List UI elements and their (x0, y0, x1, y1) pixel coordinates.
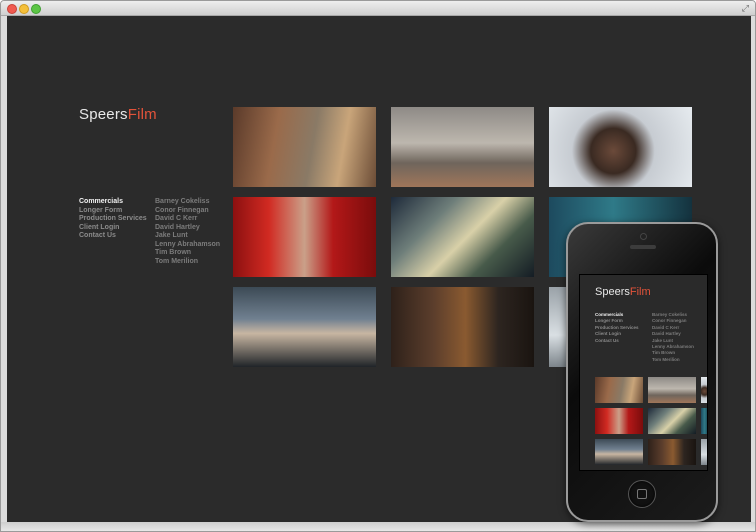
minimize-window-button[interactable] (19, 4, 29, 14)
home-button[interactable] (628, 480, 656, 508)
smartphone-mockup: SpeersFilm Commercials Longer Form Produ… (566, 222, 718, 522)
mobile-video-thumbnail[interactable] (648, 377, 696, 403)
speaker-grille (630, 245, 656, 249)
logo-text-speers: Speers (79, 106, 128, 123)
resize-arrows-icon[interactable]: ⤢ (742, 3, 749, 13)
mobile-video-thumbnail[interactable] (701, 377, 707, 403)
site-logo[interactable]: SpeersFilm (79, 106, 157, 123)
zoom-window-button[interactable] (31, 4, 41, 14)
video-thumbnail[interactable] (391, 107, 534, 187)
mobile-main-nav: Commercials Longer Form Production Servi… (595, 312, 639, 344)
video-thumbnail[interactable] (233, 287, 376, 367)
director-link[interactable]: Lenny Abrahamson (155, 241, 220, 250)
nav-item-commercials[interactable]: Commercials (79, 198, 147, 207)
video-thumbnail[interactable] (391, 197, 534, 277)
nav-item-longer-form[interactable]: Longer Form (79, 207, 147, 216)
mobile-video-thumbnail[interactable] (701, 408, 707, 434)
nav-item-contact-us[interactable]: Contact Us (79, 232, 147, 241)
phone-screen: SpeersFilm Commercials Longer Form Produ… (579, 274, 708, 471)
close-window-button[interactable] (7, 4, 17, 14)
mobile-logo-text-speers: Speers (595, 286, 630, 298)
video-thumbnail[interactable] (233, 107, 376, 187)
director-link[interactable]: David Hartley (155, 224, 220, 233)
main-nav: Commercials Longer Form Production Servi… (79, 198, 147, 241)
mobile-video-thumbnail[interactable] (648, 439, 696, 465)
directors-list: Barney Cokeliss Conor Finnegan David C K… (155, 198, 220, 266)
mobile-nav-item-contact-us[interactable]: Contact Us (595, 338, 639, 344)
mobile-director-link[interactable]: Tom Merilion (652, 357, 694, 363)
director-link[interactable]: David C Kerr (155, 215, 220, 224)
mobile-video-thumbnail[interactable] (595, 439, 643, 465)
nav-item-production-services[interactable]: Production Services (79, 215, 147, 224)
mobile-video-thumbnail[interactable] (595, 408, 643, 434)
director-link[interactable]: Conor Finnegan (155, 207, 220, 216)
mobile-logo-text-film: Film (629, 286, 651, 298)
title-bar: ⤢ (1, 1, 755, 16)
mobile-video-thumbnail[interactable] (648, 408, 696, 434)
director-link[interactable]: Barney Cokeliss (155, 198, 220, 207)
window-bottom-bar (1, 522, 755, 531)
director-link[interactable]: Jake Lunt (155, 232, 220, 241)
nav-item-client-login[interactable]: Client Login (79, 224, 147, 233)
mobile-directors-list: Barney Cokeliss Conor Finnegan David C K… (652, 312, 694, 363)
mobile-video-thumbnail[interactable] (701, 439, 707, 465)
video-thumbnail[interactable] (391, 287, 534, 367)
logo-text-film: Film (127, 106, 157, 123)
video-thumbnail[interactable] (233, 197, 376, 277)
mobile-video-thumbnail[interactable] (595, 377, 643, 403)
mobile-site-logo[interactable]: SpeersFilm (595, 286, 651, 298)
director-link[interactable]: Tim Brown (155, 249, 220, 258)
video-thumbnail[interactable] (549, 107, 692, 187)
director-link[interactable]: Tom Merilion (155, 258, 220, 267)
camera-icon (640, 233, 647, 240)
